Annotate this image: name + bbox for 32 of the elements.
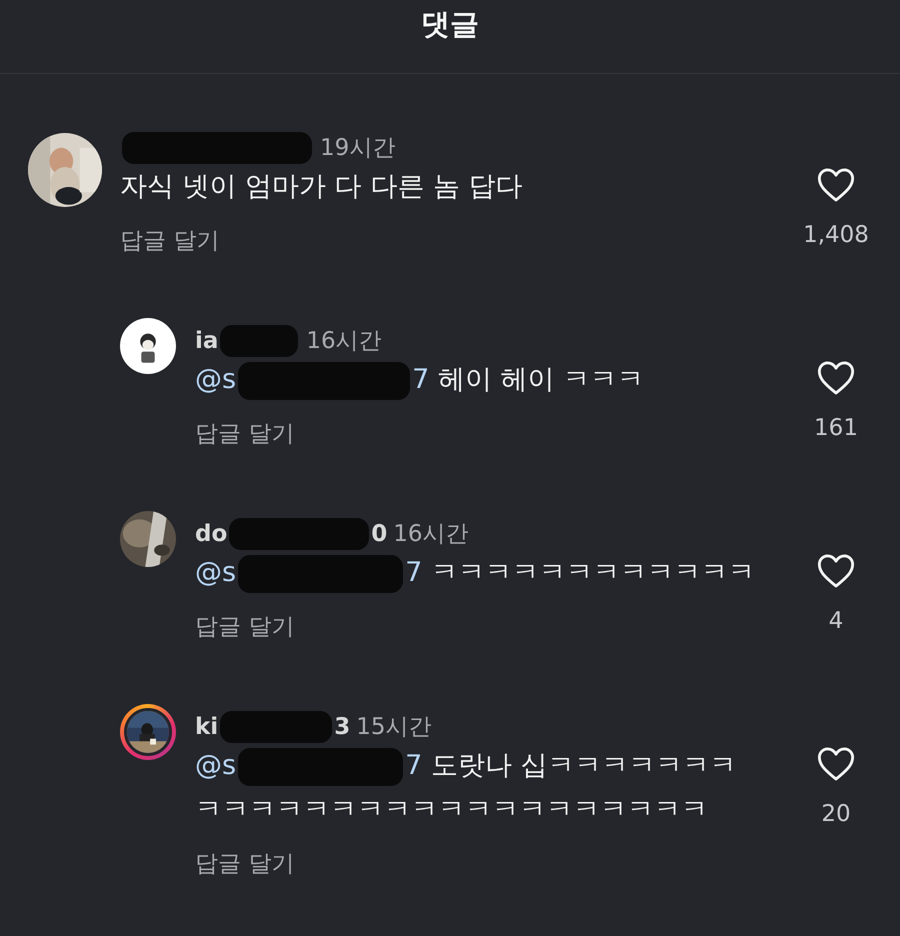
username-text: 3 <box>334 713 350 742</box>
like-count: 4 <box>828 607 844 636</box>
comment-text: @s 7 도랏나 십ㅋㅋㅋㅋㅋㅋㅋㅋㅋㅋㅋㅋㅋㅋㅋㅋㅋㅋㅋㅋㅋㅋㅋㅋㅋㅋ <box>195 744 755 832</box>
mention-link[interactable]: @s <box>195 750 236 781</box>
comment-text: @s 7 헤이 헤이 ㅋㅋㅋ <box>195 358 755 402</box>
timestamp: 19시간 <box>320 134 396 163</box>
timestamp: 15시간 <box>356 713 432 742</box>
timestamp: 16시간 <box>393 520 469 549</box>
comment-text: 자식 넷이 엄마가 다 다른 놈 답다 <box>120 170 524 204</box>
mention-link[interactable]: 7 <box>405 557 422 588</box>
reply-link[interactable]: 답글 달기 <box>195 610 294 644</box>
like-count: 1,408 <box>803 221 869 250</box>
mention-link[interactable]: @s <box>195 364 236 395</box>
like-count: 20 <box>821 800 851 829</box>
heart-icon[interactable] <box>817 746 855 782</box>
mention-link[interactable]: 7 <box>412 364 430 395</box>
reply-link[interactable]: 답글 달기 <box>120 224 220 258</box>
timestamp: 16시간 <box>306 327 382 356</box>
mention-link[interactable]: 7 <box>405 750 422 781</box>
heart-icon[interactable] <box>817 360 855 396</box>
screen-title: 댓글 <box>421 6 479 43</box>
reply-link[interactable]: 답글 달기 <box>195 847 294 881</box>
username-text: do <box>195 520 228 549</box>
username-text: ia <box>195 327 218 356</box>
mention-link[interactable]: @s <box>195 557 236 588</box>
heart-icon[interactable] <box>817 167 855 203</box>
like-count: 161 <box>814 414 858 443</box>
reply-link[interactable]: 답글 달기 <box>195 417 294 451</box>
comment-text: @s 7 ㅋㅋㅋㅋㅋㅋㅋㅋㅋㅋㅋㅋ <box>195 551 755 595</box>
username-text: ki <box>195 713 218 742</box>
heart-icon[interactable] <box>817 553 855 589</box>
username-text: 0 <box>371 520 388 549</box>
